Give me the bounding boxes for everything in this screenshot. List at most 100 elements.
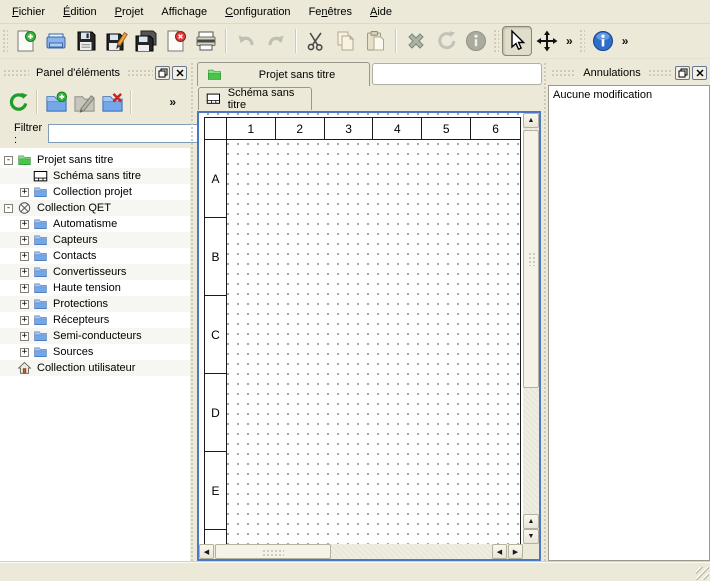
- float-dock-button[interactable]: [675, 66, 690, 80]
- copy-icon: [334, 29, 358, 53]
- scroll-up-button-2[interactable]: ▲: [523, 514, 539, 529]
- tab-schema[interactable]: Schéma sans titre: [198, 87, 312, 110]
- select-tool-button[interactable]: [502, 26, 532, 56]
- collapse-icon[interactable]: -: [4, 204, 13, 213]
- about-button[interactable]: [588, 26, 618, 56]
- tree-item-automatisme[interactable]: +Automatisme: [0, 216, 190, 232]
- tree-item-capteurs[interactable]: +Capteurs: [0, 232, 190, 248]
- main-toolbar: »»: [0, 24, 710, 59]
- pan-tool-button[interactable]: [532, 26, 562, 56]
- horizontal-scrollbar[interactable]: ◀ ◀ ▶: [199, 544, 523, 559]
- expand-icon[interactable]: +: [20, 268, 29, 277]
- object-info-button[interactable]: [461, 26, 491, 56]
- horizontal-scroll-thumb[interactable]: [215, 544, 331, 559]
- tree-item-collection-utilisateur[interactable]: Collection utilisateur: [0, 360, 190, 376]
- scroll-down-button[interactable]: ▼: [523, 529, 539, 544]
- expand-icon[interactable]: +: [20, 316, 29, 325]
- save-all-button[interactable]: [131, 26, 161, 56]
- titlebar-texture: [3, 69, 29, 77]
- tab-project[interactable]: Projet sans titre: [197, 62, 370, 86]
- vertical-scrollbar[interactable]: ▲ ▲ ▼: [523, 113, 539, 544]
- expand-icon[interactable]: +: [20, 188, 29, 197]
- menu-configuration[interactable]: Configuration: [216, 2, 299, 22]
- new-project-button[interactable]: [11, 26, 41, 56]
- close-dock-button[interactable]: [692, 66, 707, 80]
- undo-button[interactable]: [231, 26, 261, 56]
- toolbar-overflow-button[interactable]: »: [618, 34, 633, 48]
- row-header-a: A: [205, 140, 227, 218]
- schema-canvas[interactable]: 123456 ABCDE: [199, 113, 523, 544]
- print-button[interactable]: [191, 26, 221, 56]
- delete-category-button[interactable]: [98, 88, 126, 116]
- tree-item-label: Collection projet: [53, 186, 132, 198]
- tree-item-haute-tension[interactable]: +Haute tension: [0, 280, 190, 296]
- reload-collections-button[interactable]: [4, 88, 32, 116]
- cut-button[interactable]: [301, 26, 331, 56]
- vertical-scroll-thumb[interactable]: [523, 130, 539, 388]
- tree-item-contacts[interactable]: +Contacts: [0, 248, 190, 264]
- copy-button[interactable]: [331, 26, 361, 56]
- tree-item-collection-qet[interactable]: -Collection QET: [0, 200, 190, 216]
- folder-blue-icon: [33, 329, 48, 343]
- save-as-button[interactable]: [101, 26, 131, 56]
- menu-fenetres[interactable]: Fenêtres: [300, 2, 361, 22]
- menu-aide[interactable]: Aide: [361, 2, 401, 22]
- menu-projet[interactable]: Projet: [106, 2, 153, 22]
- schema-frame: 123456 ABCDE: [204, 117, 521, 544]
- toolbar-drag-handle[interactable]: [493, 29, 499, 53]
- menu-edition[interactable]: Édition: [54, 2, 106, 22]
- tree-item-convertisseurs[interactable]: +Convertisseurs: [0, 264, 190, 280]
- expand-icon[interactable]: +: [20, 348, 29, 357]
- open-project-button[interactable]: [41, 26, 71, 56]
- scroll-up-button[interactable]: ▲: [523, 113, 539, 128]
- collapse-icon[interactable]: -: [4, 156, 13, 165]
- tree-item-label: Semi-conducteurs: [53, 330, 142, 342]
- tree-item-collection-projet[interactable]: + Collection projet: [0, 184, 190, 200]
- close-file-button[interactable]: [161, 26, 191, 56]
- panel-toolbar-overflow-button[interactable]: »: [165, 95, 180, 109]
- tree-item-protections[interactable]: +Protections: [0, 296, 190, 312]
- resize-grip[interactable]: [696, 567, 709, 580]
- toolbar-drag-handle[interactable]: [579, 29, 585, 53]
- undo-history-item[interactable]: Aucune modification: [553, 89, 705, 105]
- tree-item-semi-conducteurs[interactable]: + Semi-conducteurs: [0, 328, 190, 344]
- expand-icon[interactable]: +: [20, 220, 29, 229]
- titlebar-texture: [127, 69, 153, 77]
- schema-view[interactable]: 123456 ABCDE ▲ ▲ ▼ ◀ ◀ ▶: [197, 111, 541, 561]
- scroll-left-button[interactable]: ◀: [199, 544, 214, 559]
- tree-item-schema-sans-titre[interactable]: Schéma sans titre: [0, 168, 190, 184]
- undo-history-list[interactable]: Aucune modification: [548, 85, 710, 561]
- delete-button[interactable]: [401, 26, 431, 56]
- tree-item-recepteurs[interactable]: +Récepteurs: [0, 312, 190, 328]
- tree-item-projet-sans-titre[interactable]: - Projet sans titre: [0, 152, 190, 168]
- tree-item-label: Sources: [53, 346, 93, 358]
- filter-input[interactable]: [48, 124, 198, 143]
- tree-item-label: Projet sans titre: [37, 154, 113, 166]
- edit-category-button[interactable]: [70, 88, 98, 116]
- folder-green-icon: [17, 153, 32, 167]
- rotate-button[interactable]: [431, 26, 461, 56]
- menu-affichage[interactable]: Affichage: [152, 2, 216, 22]
- folder-blue-icon: [33, 281, 48, 295]
- scroll-left-button-2[interactable]: ◀: [492, 544, 507, 559]
- close-dock-button[interactable]: [172, 66, 187, 80]
- menu-fichier[interactable]: Fichier: [3, 2, 54, 22]
- tree-item-sources[interactable]: + Sources: [0, 344, 190, 360]
- redo-button[interactable]: [261, 26, 291, 56]
- folder-delete-icon: [101, 91, 124, 114]
- expand-icon[interactable]: +: [20, 332, 29, 341]
- paste-button[interactable]: [361, 26, 391, 56]
- expand-icon[interactable]: +: [20, 284, 29, 293]
- left-splitter[interactable]: [190, 62, 195, 562]
- expand-icon[interactable]: +: [20, 300, 29, 309]
- float-dock-button[interactable]: [155, 66, 170, 80]
- folder-blue-icon: [33, 345, 48, 359]
- expand-icon[interactable]: +: [20, 252, 29, 261]
- save-button[interactable]: [71, 26, 101, 56]
- scroll-right-button[interactable]: ▶: [508, 544, 523, 559]
- folder-blue-icon: [33, 265, 48, 279]
- new-category-button[interactable]: [42, 88, 70, 116]
- toolbar-overflow-button[interactable]: »: [562, 34, 577, 48]
- expand-icon[interactable]: +: [20, 236, 29, 245]
- toolbar-drag-handle[interactable]: [2, 29, 8, 53]
